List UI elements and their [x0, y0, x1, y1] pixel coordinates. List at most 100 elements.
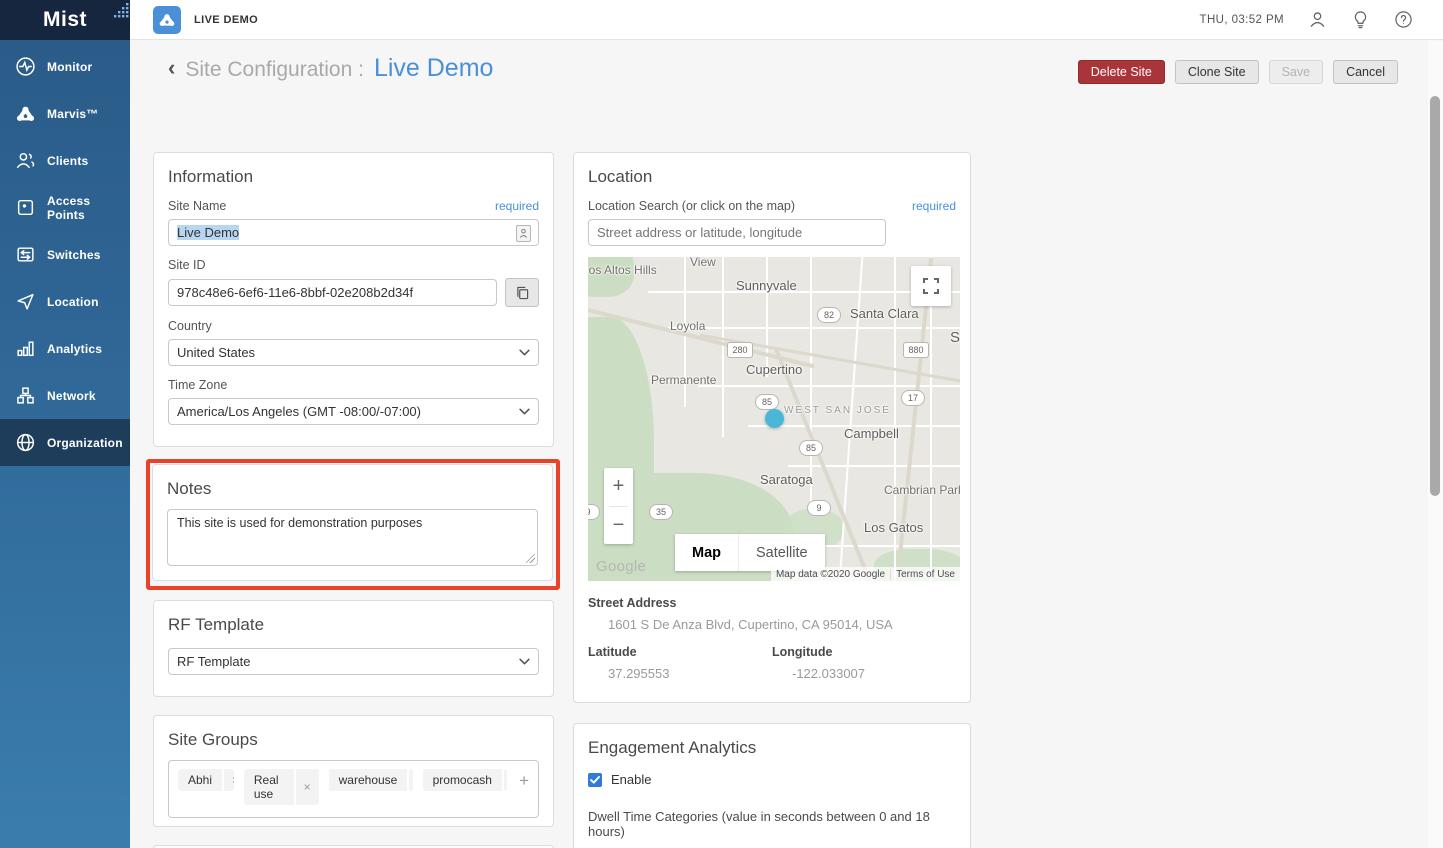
- map-type-map-button[interactable]: Map: [675, 534, 738, 571]
- clone-site-button[interactable]: Clone Site: [1175, 60, 1259, 84]
- sidebar-item-monitor[interactable]: Monitor: [0, 43, 130, 90]
- longitude-value: -122.033007: [792, 666, 956, 681]
- map-fullscreen-button[interactable]: [911, 266, 951, 306]
- site-groups-panel: Site Groups Abhi × Real use × warehouse …: [153, 715, 554, 827]
- sidebar-item-access-points[interactable]: Access Points: [0, 184, 130, 231]
- topbar-right: THU, 03:52 PM: [1200, 10, 1413, 30]
- timezone-select[interactable]: America/Los Angeles (GMT -08:00/-07:00): [168, 398, 539, 425]
- cancel-button[interactable]: Cancel: [1333, 60, 1398, 84]
- longitude-label: Longitude: [772, 645, 956, 659]
- remove-tag-button[interactable]: ×: [502, 769, 507, 791]
- location-search-label: Location Search (or click on the map): [588, 199, 795, 213]
- user-account-icon[interactable]: [1307, 10, 1327, 30]
- country-select[interactable]: United States: [168, 339, 539, 366]
- site-groups-box[interactable]: Abhi × Real use × warehouse × promocash …: [168, 760, 539, 818]
- timezone-label: Time Zone: [168, 378, 227, 392]
- site-id-input[interactable]: [168, 279, 497, 306]
- switches-icon: [15, 244, 36, 265]
- notes-panel: Notes This site is used for demonstratio…: [152, 464, 553, 581]
- map-label-west-san-jose: WEST SAN JOSE: [784, 405, 891, 416]
- mist-logo[interactable]: Mist: [0, 0, 130, 40]
- map-road: [698, 385, 960, 387]
- location-search-input[interactable]: [588, 219, 886, 246]
- street-address-label: Street Address: [588, 596, 956, 610]
- sidebar-item-network[interactable]: Network: [0, 372, 130, 419]
- site-name-label: Site Name: [168, 199, 226, 213]
- site-location-marker[interactable]: [765, 409, 784, 428]
- breadcrumb[interactable]: Site Configuration :: [185, 58, 364, 82]
- delete-site-button[interactable]: Delete Site: [1078, 60, 1165, 84]
- scrollbar-thumb[interactable]: [1430, 96, 1440, 496]
- route-shield-880: 880: [903, 342, 929, 358]
- site-name-input[interactable]: Live Demo: [168, 219, 539, 246]
- route-shield-17: 17: [901, 390, 925, 406]
- sidebar-item-marvis[interactable]: Marvis™: [0, 90, 130, 137]
- route-shield-85: 85: [755, 394, 779, 410]
- map-label-los-altos-hills: Los Altos Hills: [588, 263, 657, 277]
- location-icon: [15, 291, 36, 312]
- google-map[interactable]: Los Altos Hills View Sunnyvale Loyola Sa…: [588, 257, 960, 581]
- rf-template-select[interactable]: RF Template: [168, 648, 539, 675]
- clock-text: THU, 03:52 PM: [1200, 14, 1284, 26]
- map-label-saratoga: Saratoga: [760, 472, 813, 487]
- help-icon[interactable]: [1393, 10, 1413, 30]
- map-type-toggle: Map Satellite: [675, 534, 825, 571]
- map-road: [788, 465, 960, 467]
- save-button[interactable]: Save: [1269, 60, 1324, 84]
- location-required-badge: required: [912, 199, 956, 213]
- marvis-icon: [15, 103, 36, 124]
- remove-tag-button[interactable]: ×: [222, 769, 234, 791]
- add-tag-button[interactable]: +: [519, 771, 529, 791]
- zoom-in-button[interactable]: +: [604, 468, 633, 506]
- enable-checkbox[interactable]: [588, 773, 602, 787]
- sidebar-item-clients[interactable]: Clients: [0, 137, 130, 184]
- sidebar-item-location[interactable]: Location: [0, 278, 130, 325]
- remove-tag-button[interactable]: ×: [294, 769, 319, 805]
- mist-logo-text: Mist: [43, 8, 87, 32]
- chevron-down-icon: [519, 349, 530, 356]
- sidebar-item-analytics[interactable]: Analytics: [0, 325, 130, 372]
- engagement-analytics-panel: Engagement Analytics Enable Dwell Time C…: [573, 723, 971, 848]
- latitude-value: 37.295553: [608, 666, 772, 681]
- map-label-sunnyvale: Sunnyvale: [736, 278, 797, 293]
- map-road: [766, 257, 768, 377]
- access-points-icon: [15, 197, 36, 218]
- information-panel: Information Site Name required Live Demo…: [153, 152, 554, 447]
- copy-site-id-button[interactable]: [505, 278, 539, 307]
- route-shield-280: 280: [727, 342, 753, 358]
- remove-tag-button[interactable]: ×: [407, 769, 412, 791]
- chevron-down-icon: [519, 408, 530, 415]
- notes-title: Notes: [167, 479, 538, 499]
- sidebar-item-organization[interactable]: Organization: [0, 419, 130, 466]
- map-type-satellite-button[interactable]: Satellite: [738, 534, 825, 571]
- map-label-santa-clara: Santa Clara: [850, 306, 919, 321]
- whats-new-bulb-icon[interactable]: [1350, 10, 1370, 30]
- location-panel: Location Location Search (or click on th…: [573, 152, 971, 703]
- terms-of-use-link[interactable]: Terms of Use: [890, 569, 960, 580]
- site-id-label: Site ID: [168, 258, 206, 272]
- autofill-icon[interactable]: [516, 225, 531, 242]
- map-label-loyola: Loyola: [670, 319, 705, 333]
- route-shield-35: 35: [649, 504, 673, 520]
- notes-textarea[interactable]: This site is used for demonstration purp…: [167, 509, 538, 566]
- street-address-value: 1601 S De Anza Blvd, Cupertino, CA 95014…: [608, 617, 956, 632]
- resize-handle[interactable]: [526, 554, 535, 563]
- site-groups-title: Site Groups: [168, 730, 539, 750]
- back-button[interactable]: ‹: [168, 55, 175, 81]
- rf-template-panel: RF Template RF Template: [153, 600, 554, 697]
- sidebar-item-switches[interactable]: Switches: [0, 231, 130, 278]
- information-title: Information: [168, 167, 539, 187]
- network-icon: [15, 385, 36, 406]
- enable-label: Enable: [611, 772, 651, 787]
- map-attribution: Map data ©2020 Google Terms of Use: [771, 567, 960, 581]
- map-label-cambrian-park: Cambrian Park: [884, 483, 960, 497]
- org-icon: [153, 6, 181, 34]
- map-label-permanente: Permanente: [651, 373, 716, 387]
- org-selector[interactable]: LIVE DEMO: [153, 6, 258, 34]
- zoom-out-button[interactable]: −: [604, 507, 633, 545]
- engagement-title: Engagement Analytics: [588, 738, 956, 758]
- notes-text: This site is used for demonstration purp…: [177, 516, 422, 530]
- map-road: [722, 257, 724, 437]
- route-shield-82: 82: [817, 307, 841, 323]
- scrollbar-track[interactable]: [1428, 41, 1443, 848]
